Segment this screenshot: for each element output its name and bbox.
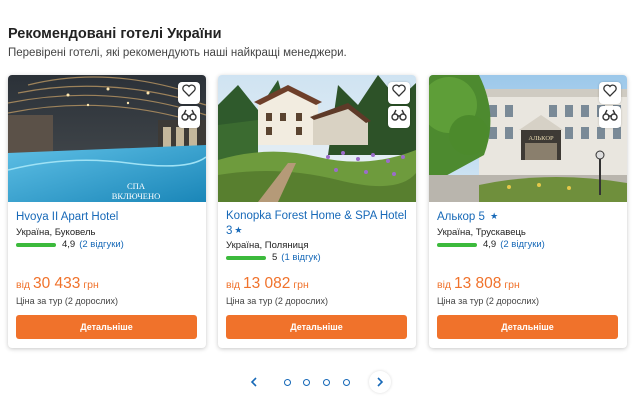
price-value: 13 808 bbox=[453, 275, 502, 292]
binoculars-icon bbox=[181, 108, 197, 126]
pagination-dot-1[interactable] bbox=[284, 379, 291, 386]
price-value: 30 433 bbox=[32, 275, 81, 292]
hotel-location: Україна, Буковель bbox=[16, 227, 96, 238]
hotel-location: Україна, Трускавець bbox=[437, 227, 526, 238]
reviews-link[interactable]: (1 відгук) bbox=[281, 252, 320, 263]
rating-score: 5 bbox=[272, 252, 278, 263]
chevron-left-icon bbox=[250, 375, 258, 390]
rating-bar bbox=[226, 255, 266, 260]
star-icon: ★ bbox=[490, 211, 499, 221]
chevron-right-icon bbox=[376, 375, 384, 390]
compare-button[interactable] bbox=[388, 106, 410, 128]
price: від 30 433 грн bbox=[16, 275, 99, 292]
favorite-button[interactable] bbox=[388, 82, 410, 104]
pagination-dot-2[interactable] bbox=[303, 379, 310, 386]
heart-icon bbox=[603, 84, 617, 102]
svg-text:СПА: СПА bbox=[127, 181, 146, 191]
hotel-card[interactable]: СПА ВКЛЮЧЕНО Hvoya II Apart Hotel Україн… bbox=[8, 75, 206, 348]
svg-text:АЛЬКОР: АЛЬКОР bbox=[528, 135, 554, 142]
rating-score: 4,9 bbox=[483, 239, 497, 250]
hotel-name-link[interactable]: Hvoya II Apart Hotel bbox=[16, 209, 200, 224]
section-title: Рекомендовані готелі України bbox=[8, 26, 222, 42]
heart-icon bbox=[392, 84, 406, 102]
svg-text:ВКЛЮЧЕНО: ВКЛЮЧЕНО bbox=[112, 191, 161, 201]
heart-icon bbox=[182, 84, 196, 102]
hotel-name-link[interactable]: Алькор 5 ★ bbox=[437, 209, 621, 224]
binoculars-icon bbox=[391, 108, 407, 126]
price-note: Ціна за тур (2 дорослих) bbox=[226, 296, 328, 306]
price-note: Ціна за тур (2 дорослих) bbox=[437, 296, 539, 306]
favorite-button[interactable] bbox=[599, 82, 621, 104]
price-value: 13 082 bbox=[242, 275, 291, 292]
hotel-card[interactable]: АЛЬКОР Алькор 5 ★ Україна, Трускавець 4,… bbox=[429, 75, 627, 348]
rating-bar bbox=[437, 242, 477, 247]
rating-row: 4,9 (2 відгуки) bbox=[16, 239, 124, 250]
rating-row: 5 (1 відгук) bbox=[226, 252, 321, 263]
hotel-photo[interactable]: СПА ВКЛЮЧЕНО bbox=[8, 75, 206, 202]
hotel-photo[interactable]: АЛЬКОР bbox=[429, 75, 627, 202]
section-subtitle: Перевірені готелі, які рекомендують наші… bbox=[8, 47, 347, 59]
rating-score: 4,9 bbox=[62, 239, 76, 250]
favorite-button[interactable] bbox=[178, 82, 200, 104]
rating-bar bbox=[16, 242, 56, 247]
hotel-name-link[interactable]: Konopka Forest Home & SPA Hotel 3 ★ bbox=[226, 209, 410, 238]
prev-button[interactable] bbox=[243, 371, 265, 393]
rating-row: 4,9 (2 відгуки) bbox=[437, 239, 545, 250]
hotel-photo[interactable] bbox=[218, 75, 416, 202]
hotel-card[interactable]: Konopka Forest Home & SPA Hotel 3 ★ Украї… bbox=[218, 75, 416, 348]
pagination-dot-4[interactable] bbox=[343, 379, 350, 386]
compare-button[interactable] bbox=[599, 106, 621, 128]
reviews-link[interactable]: (2 відгуки) bbox=[79, 239, 124, 250]
next-button[interactable] bbox=[369, 371, 391, 393]
pagination-dot-3[interactable] bbox=[323, 379, 330, 386]
price-note: Ціна за тур (2 дорослих) bbox=[16, 296, 118, 306]
compare-button[interactable] bbox=[178, 106, 200, 128]
details-button[interactable]: Детальніше bbox=[437, 315, 618, 339]
details-button[interactable]: Детальніше bbox=[226, 315, 407, 339]
carousel-pagination bbox=[0, 371, 635, 393]
star-icon: ★ bbox=[234, 225, 243, 235]
details-button[interactable]: Детальніше bbox=[16, 315, 197, 339]
price: від 13 808 грн bbox=[437, 275, 520, 292]
price: від 13 082 грн bbox=[226, 275, 309, 292]
reviews-link[interactable]: (2 відгуки) bbox=[500, 239, 545, 250]
hotel-location: Україна, Поляниця bbox=[226, 240, 309, 251]
binoculars-icon bbox=[602, 108, 618, 126]
